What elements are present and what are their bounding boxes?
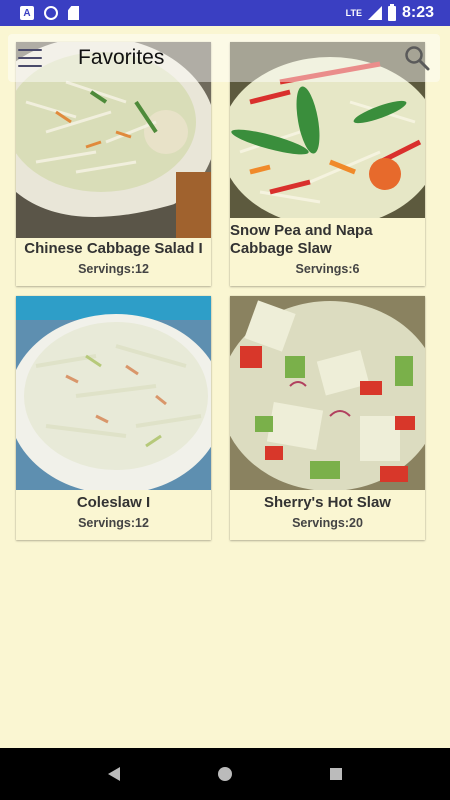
signal-icon bbox=[367, 6, 382, 20]
recipe-servings: Servings:12 bbox=[78, 262, 149, 276]
recipe-title: Chinese Cabbage Salad I bbox=[24, 240, 203, 257]
recipe-servings: Servings:20 bbox=[292, 516, 363, 530]
recipe-servings: Servings:6 bbox=[295, 262, 360, 276]
hamburger-menu-icon[interactable] bbox=[18, 49, 42, 67]
recipe-card[interactable]: Coleslaw I Servings:12 bbox=[16, 296, 211, 540]
back-icon[interactable] bbox=[108, 767, 120, 781]
clock: 8:23 bbox=[401, 4, 434, 21]
navigation-bar bbox=[0, 748, 450, 800]
search-icon[interactable] bbox=[404, 45, 430, 71]
network-type: LTE bbox=[345, 8, 362, 18]
page-title: Favorites bbox=[78, 46, 165, 69]
recipe-image bbox=[230, 296, 425, 490]
recipe-servings: Servings:12 bbox=[78, 516, 149, 530]
recipe-card[interactable]: Sherry's Hot Slaw Servings:20 bbox=[230, 296, 425, 540]
a-notification-icon: A bbox=[20, 6, 34, 20]
battery-icon bbox=[387, 3, 396, 21]
app-toolbar: Favorites bbox=[8, 34, 440, 82]
recipe-title: Coleslaw I bbox=[76, 494, 151, 511]
recipe-title: Sherry's Hot Slaw bbox=[264, 494, 391, 511]
recipe-image bbox=[16, 296, 211, 490]
sync-circle-icon bbox=[44, 6, 58, 20]
sd-card-icon bbox=[68, 6, 79, 20]
home-icon[interactable] bbox=[218, 767, 232, 781]
status-bar: A LTE 8:23 bbox=[0, 0, 450, 26]
recipe-title: Snow Pea and Napa Cabbage Slaw bbox=[230, 222, 373, 257]
recents-icon[interactable] bbox=[330, 768, 342, 780]
